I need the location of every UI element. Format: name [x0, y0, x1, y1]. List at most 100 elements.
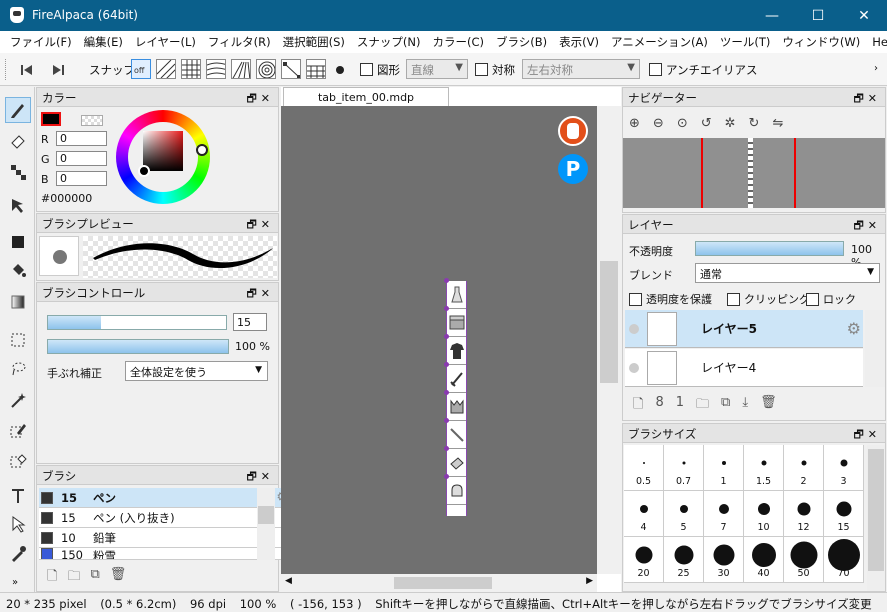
- brush-size-cell[interactable]: 1.5: [744, 445, 784, 491]
- brush-size-input[interactable]: 15: [233, 313, 267, 331]
- menu-brush[interactable]: ブラシ(B): [490, 34, 553, 50]
- eyedropper-tool[interactable]: [5, 541, 31, 567]
- brush-size-cell[interactable]: 40: [744, 537, 784, 583]
- gradient-tool[interactable]: [5, 289, 31, 315]
- figure-dropdown[interactable]: 直線 ▼: [406, 59, 468, 79]
- canvas-vertical-scrollbar[interactable]: [597, 106, 621, 574]
- brush-size-cell[interactable]: 2: [784, 445, 824, 491]
- dot-icon[interactable]: [335, 65, 345, 75]
- next-frame-icon[interactable]: [51, 64, 65, 76]
- panel-float-close-icon[interactable]: 🗗✕: [853, 217, 881, 236]
- protect-alpha-checkbox[interactable]: [629, 292, 642, 306]
- snap-curve-button[interactable]: [206, 59, 226, 79]
- brush-item[interactable]: 15ペン⚙: [39, 488, 291, 508]
- brush-size-slider[interactable]: [47, 315, 227, 330]
- canvas-workspace[interactable]: P: [281, 106, 597, 574]
- pen-tool[interactable]: [5, 97, 31, 123]
- trash-icon[interactable]: 🗑: [760, 395, 777, 417]
- brush-size-cell[interactable]: 20: [624, 537, 664, 583]
- lock-checkbox[interactable]: [806, 292, 819, 306]
- menu-snap[interactable]: スナップ(N): [351, 34, 427, 50]
- saturation-value-square[interactable]: [143, 131, 183, 171]
- snap-perspective-button[interactable]: [231, 59, 251, 79]
- zoom-out-icon[interactable]: ⊖: [653, 116, 664, 131]
- duplicate-brush-icon[interactable]: ⧉: [90, 567, 99, 589]
- panel-float-close-icon[interactable]: 🗗✕: [246, 285, 274, 304]
- gear-icon[interactable]: ⚙: [847, 319, 861, 338]
- maximize-button[interactable]: ☐: [795, 0, 841, 31]
- zoom-in-icon[interactable]: ⊕: [629, 116, 640, 131]
- brush-item[interactable]: 10 鉛筆: [39, 528, 291, 548]
- menu-selection[interactable]: 選択範囲(S): [277, 34, 351, 50]
- hue-ring[interactable]: [116, 110, 210, 204]
- brush-list-scrollbar[interactable]: [257, 488, 275, 560]
- brush-size-cell[interactable]: 7: [704, 491, 744, 537]
- protect-alpha-checkbox-wrap[interactable]: 透明度を保護: [629, 291, 712, 307]
- select-tool[interactable]: [5, 327, 31, 353]
- panel-float-close-icon[interactable]: 🗗✕: [246, 90, 274, 109]
- visibility-icon[interactable]: [629, 323, 639, 334]
- select-pen-tool[interactable]: [5, 417, 31, 443]
- transparent-color-swatch[interactable]: [81, 115, 103, 126]
- clipping-checkbox-wrap[interactable]: クリッピング: [727, 291, 810, 307]
- brush-size-cell[interactable]: 3: [824, 445, 864, 491]
- brush-size-cell[interactable]: 10: [744, 491, 784, 537]
- brush-size-cell[interactable]: 1: [704, 445, 744, 491]
- duplicate-layer-icon[interactable]: ⧉: [721, 395, 730, 417]
- brush-size-cell[interactable]: 4: [624, 491, 664, 537]
- brush-size-cell[interactable]: 70: [824, 537, 864, 583]
- brush-size-cell[interactable]: 0.5: [624, 445, 664, 491]
- symmetry-checkbox-wrap[interactable]: 対称: [475, 59, 515, 80]
- r-input[interactable]: 0: [56, 131, 107, 146]
- lock-checkbox-wrap[interactable]: ロック: [806, 291, 856, 307]
- flip-horizontal-icon[interactable]: ⇋: [772, 116, 783, 131]
- select-eraser-tool[interactable]: [5, 447, 31, 473]
- snap-3d-button[interactable]: [306, 59, 326, 79]
- alpaca-cloud-icon[interactable]: [558, 116, 588, 146]
- layer-row[interactable]: レイヤー5 ⚙: [625, 310, 863, 348]
- lasso-tool[interactable]: [5, 355, 31, 381]
- menu-tool[interactable]: ツール(T): [714, 34, 777, 50]
- brush-size-scrollbar[interactable]: [867, 445, 885, 591]
- layer-opacity-slider[interactable]: [695, 241, 844, 256]
- antialias-checkbox-wrap[interactable]: アンチエイリアス: [649, 59, 758, 80]
- stabilizer-dropdown[interactable]: 全体設定を使う ▼: [125, 361, 268, 381]
- new-layer-icon[interactable]: 🗋: [633, 395, 643, 417]
- brush-size-cell[interactable]: 25: [664, 537, 704, 583]
- menu-animation[interactable]: アニメーション(A): [605, 34, 714, 50]
- symmetry-checkbox[interactable]: [475, 63, 488, 76]
- trash-icon[interactable]: 🗑: [110, 567, 127, 589]
- panel-float-close-icon[interactable]: 🗗✕: [853, 90, 881, 109]
- text-tool[interactable]: [5, 483, 31, 509]
- panel-float-close-icon[interactable]: 🗗✕: [246, 216, 274, 235]
- canvas-tab[interactable]: tab_item_00.mdp: [283, 87, 449, 106]
- menu-filter[interactable]: フィルタ(R): [202, 34, 277, 50]
- eraser-tool[interactable]: [5, 127, 31, 153]
- folder-icon[interactable]: 🗀: [67, 567, 80, 589]
- menu-help[interactable]: Help: [866, 35, 887, 49]
- brush-item[interactable]: 150 粉雪: [39, 548, 291, 560]
- brush-size-cell[interactable]: 0.7: [664, 445, 704, 491]
- symmetry-dropdown[interactable]: 左右対称 ▼: [522, 59, 640, 79]
- brush-opacity-slider[interactable]: [47, 339, 229, 354]
- panel-float-close-icon[interactable]: 🗗✕: [246, 468, 274, 487]
- merge-layer-icon[interactable]: ⤓: [742, 395, 748, 417]
- canvas-horizontal-scrollbar[interactable]: ◀ ▶: [281, 574, 597, 592]
- layer-scrollbar[interactable]: [865, 310, 885, 387]
- brush-size-cell[interactable]: 30: [704, 537, 744, 583]
- pixiv-icon[interactable]: P: [558, 154, 588, 184]
- layer-row[interactable]: レイヤー4: [625, 349, 863, 387]
- b-input[interactable]: 0: [56, 171, 107, 186]
- menu-color[interactable]: カラー(C): [426, 34, 490, 50]
- prev-frame-icon[interactable]: [20, 64, 34, 76]
- snap-grid-button[interactable]: [181, 59, 201, 79]
- new-brush-icon[interactable]: 🗋: [47, 567, 57, 589]
- g-input[interactable]: 0: [56, 151, 107, 166]
- panel-float-close-icon[interactable]: 🗗✕: [853, 426, 881, 445]
- rotate-left-icon[interactable]: ↺: [701, 116, 712, 131]
- fill-tool[interactable]: [5, 229, 31, 255]
- antialias-checkbox[interactable]: [649, 63, 662, 76]
- dot-tool[interactable]: [5, 159, 31, 185]
- blend-dropdown[interactable]: 通常 ▼: [695, 263, 880, 283]
- new-1bit-layer-icon[interactable]: 1: [676, 395, 684, 417]
